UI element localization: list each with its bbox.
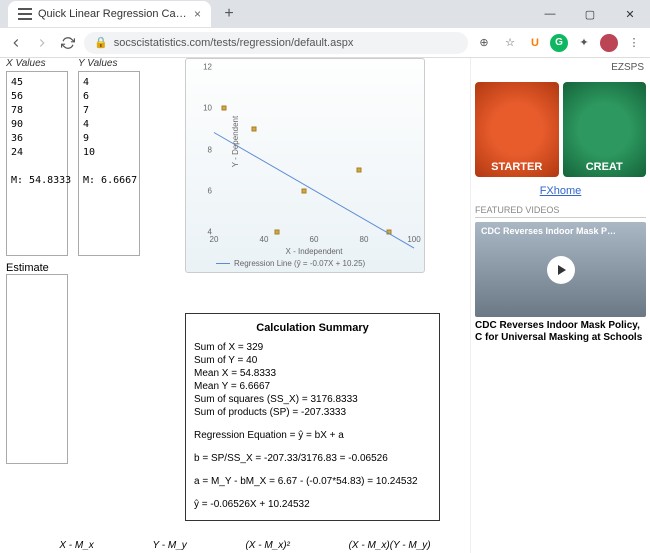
- titlebar: Quick Linear Regression Calculat × + — ▢…: [0, 0, 650, 28]
- x-header: X Values: [6, 58, 68, 69]
- y-header: Y Values: [78, 58, 140, 69]
- reload-button[interactable]: [58, 33, 78, 53]
- toolbar: 🔒 socscistatistics.com/tests/regression/…: [0, 28, 650, 58]
- data-point: [274, 230, 279, 235]
- new-tab-button[interactable]: +: [219, 4, 239, 24]
- extensions-icon[interactable]: ✦: [574, 33, 594, 53]
- col-xminus: X - M_x: [59, 540, 93, 551]
- starter-logo[interactable]: STARTER: [475, 82, 559, 177]
- calculation-summary: Calculation Summary Sum of X = 329 Sum of…: [185, 313, 440, 521]
- data-point: [222, 106, 227, 111]
- ext-grammarly-icon[interactable]: G: [550, 34, 568, 52]
- profile-avatar[interactable]: [600, 34, 618, 52]
- ad-link[interactable]: FXhome: [475, 185, 646, 197]
- featured-video[interactable]: CDC Reverses Indoor Mask P…: [475, 222, 646, 317]
- lock-icon: 🔒: [94, 36, 108, 49]
- tab-title: Quick Linear Regression Calculat: [38, 8, 188, 20]
- star-icon[interactable]: ☆: [500, 33, 520, 53]
- featured-label: FEATURED VIDEOS: [475, 205, 646, 218]
- b-line: b = SP/SS_X = -207.33/3176.83 = -0.06526: [194, 453, 431, 464]
- ext-u-icon[interactable]: U: [526, 34, 544, 52]
- url-bar[interactable]: 🔒 socscistatistics.com/tests/regression/…: [84, 32, 468, 54]
- legend: Regression Line (ŷ = -0.07X + 10.25): [216, 259, 365, 268]
- close-window-button[interactable]: ✕: [610, 0, 650, 28]
- menu-icon[interactable]: ⋮: [624, 33, 644, 53]
- summary-line: Sum of products (SP) = -207.3333: [194, 407, 431, 418]
- summary-line: Sum of Y = 40: [194, 355, 431, 366]
- eq-label: Regression Equation = ŷ = bX + a: [194, 430, 431, 441]
- play-icon[interactable]: [547, 256, 575, 284]
- maximize-button[interactable]: ▢: [570, 0, 610, 28]
- browser-tab[interactable]: Quick Linear Regression Calculat ×: [8, 1, 211, 27]
- scatter-plot: 468101220406080100Y - DependentX - Indep…: [185, 58, 425, 273]
- creator-logo[interactable]: CREAT: [563, 82, 647, 177]
- data-point: [357, 168, 362, 173]
- summary-line: Sum of X = 329: [194, 342, 431, 353]
- sidebar: EZSPS STARTER CREAT FXhome FEATURED VIDE…: [470, 58, 650, 553]
- bottom-columns: X - M_x Y - M_y (X - M_x)² (X - M_x)(Y -…: [30, 540, 460, 551]
- regression-line: [214, 132, 414, 248]
- summary-line: Mean Y = 6.6667: [194, 381, 431, 392]
- y-values-box[interactable]: 4 6 7 4 9 10 M: 6.6667: [78, 71, 140, 256]
- video-caption: CDC Reverses Indoor Mask Policy, C for U…: [475, 320, 646, 344]
- summary-title: Calculation Summary: [194, 322, 431, 334]
- close-tab-icon[interactable]: ×: [194, 7, 201, 21]
- main-content: X Values 45 56 78 90 36 24 M: 54.8333 Es…: [0, 58, 470, 553]
- data-point: [302, 188, 307, 193]
- summary-line: Mean X = 54.8333: [194, 368, 431, 379]
- col-xy: (X - M_x)(Y - M_y): [349, 540, 431, 551]
- estimate-box[interactable]: [6, 274, 68, 464]
- back-button[interactable]: [6, 33, 26, 53]
- favicon-icon: [18, 7, 32, 21]
- x-values-box[interactable]: 45 56 78 90 36 24 M: 54.8333: [6, 71, 68, 256]
- estimate-label: Estimate: [6, 262, 68, 274]
- url-text: socscistatistics.com/tests/regression/de…: [114, 37, 354, 49]
- col-yminus: Y - M_y: [152, 540, 186, 551]
- a-line: a = M_Y - bM_X = 6.67 - (-0.07*54.83) = …: [194, 476, 431, 487]
- col-xsq: (X - M_x)²: [245, 540, 289, 551]
- forward-button[interactable]: [32, 33, 52, 53]
- video-overlay-title: CDC Reverses Indoor Mask P…: [481, 226, 640, 236]
- window-controls: — ▢ ✕: [530, 0, 650, 28]
- yhat-line: ŷ = -0.06526X + 10.24532: [194, 499, 431, 510]
- minimize-button[interactable]: —: [530, 0, 570, 28]
- ad-logos[interactable]: STARTER CREAT: [475, 82, 646, 177]
- search-icon[interactable]: ⊕: [474, 33, 494, 53]
- summary-line: Sum of squares (SS_X) = 3176.8333: [194, 394, 431, 405]
- data-point: [252, 126, 257, 131]
- ad-badge: EZSPS: [475, 60, 646, 82]
